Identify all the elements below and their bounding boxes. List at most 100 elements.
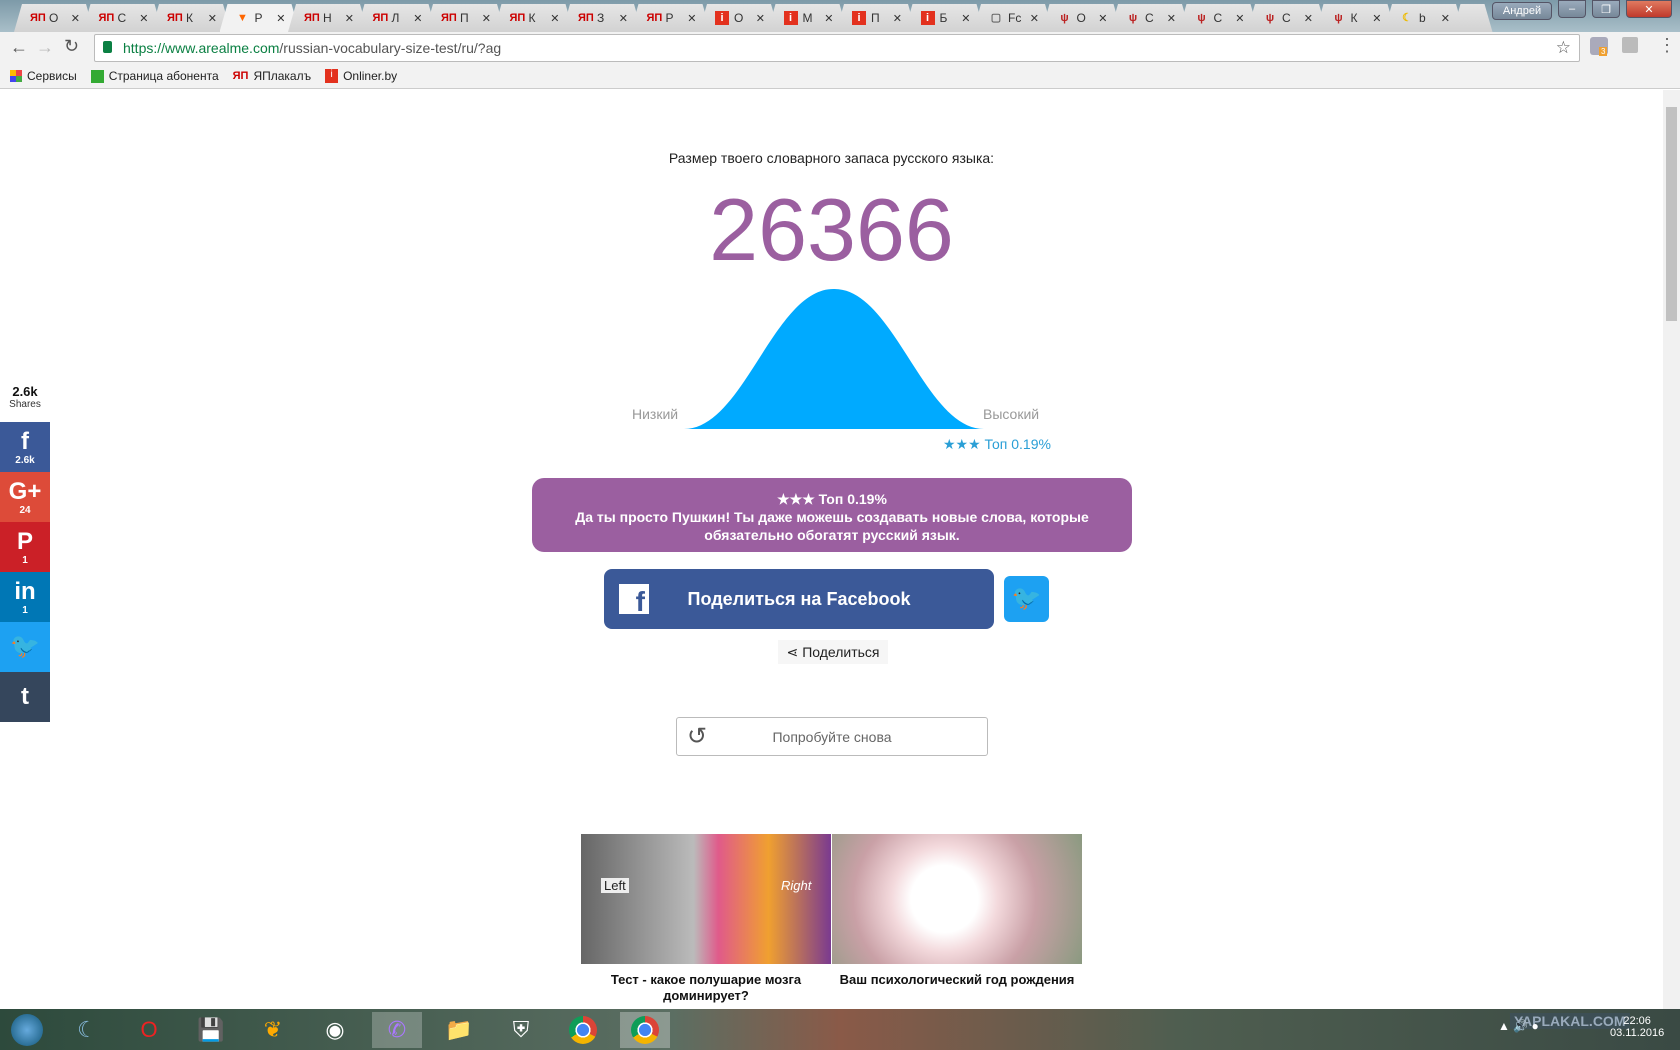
browser-tab[interactable]: i М ✕ [768,4,848,32]
close-tab-icon[interactable]: ✕ [1030,12,1039,25]
browser-tab[interactable]: ▢ Fc ✕ [973,4,1053,32]
close-tab-icon[interactable]: ✕ [1304,12,1313,25]
tab-title: b [1419,11,1426,25]
browser-tab[interactable]: i О ✕ [699,4,779,32]
browser-tab[interactable]: ☾ b ✕ [1384,4,1464,32]
fork-knife-icon: ψ [1265,12,1275,24]
bookmark-onliner[interactable]: i Onliner.by [325,69,397,83]
fork-knife-icon: ψ [1060,12,1069,24]
start-button[interactable] [2,1012,52,1048]
forward-icon[interactable]: → [36,37,54,58]
promo-caption[interactable]: Тест - какое полушарие мозга доминирует? [586,972,826,1004]
tab-title: С [117,11,127,25]
minimize-button[interactable]: – [1558,0,1586,18]
maximize-button[interactable]: ❐ [1592,0,1620,18]
tab-title: С [1145,11,1154,25]
clock-time: 22:06 [1623,1015,1651,1027]
taskbar-explorer[interactable]: 📁 [434,1012,484,1048]
close-tab-icon[interactable]: ✕ [1098,12,1107,25]
tray-icons[interactable]: ▲ 🔊 ● [1498,1019,1539,1033]
browser-tab[interactable]: i П ✕ [836,4,916,32]
profile-button[interactable]: Андрей [1492,2,1552,20]
promo-image-brain[interactable]: Left Right [581,834,831,964]
browser-tab[interactable]: ψ С ✕ [1247,4,1327,32]
close-tab-icon[interactable]: ✕ [824,12,833,25]
back-icon[interactable]: ← [10,37,28,58]
taskbar-app[interactable]: ☾ [62,1012,112,1048]
browser-tab[interactable]: ЯП О ✕ [14,4,94,32]
close-tab-icon[interactable]: ✕ [893,12,902,25]
browser-tab[interactable]: ЯП К ✕ [151,4,231,32]
facebook-side-share-button[interactable]: f 2.6k [0,422,50,472]
close-tab-icon[interactable]: ✕ [1372,12,1381,25]
address-bar[interactable]: https://www.arealme.com/russian-vocabula… [94,34,1580,62]
reload-icon[interactable]: ↻ [64,36,79,57]
linkedin-side-share-button[interactable]: in 1 [0,572,50,622]
close-tab-icon[interactable]: ✕ [687,12,696,25]
close-tab-icon[interactable]: ✕ [1441,12,1450,25]
facebook-icon: f [21,427,29,455]
browser-tab[interactable]: ЯП П ✕ [425,4,505,32]
browser-tab[interactable]: ψ О ✕ [1042,4,1122,32]
pinterest-icon: P [16,527,33,555]
browser-tab[interactable]: ЯП С ✕ [83,4,163,32]
close-tab-icon[interactable]: ✕ [961,12,970,25]
yaplakal-icon: ЯП [167,12,183,24]
taskbar-viber[interactable]: ✆ [372,1012,422,1048]
leaf-icon [90,69,104,83]
browser-tab[interactable]: ▼ Р ✕ [220,4,300,32]
close-tab-icon[interactable]: ✕ [550,12,559,25]
scrollbar-thumb[interactable] [1666,107,1677,321]
close-tab-icon[interactable]: ✕ [1167,12,1176,25]
close-tab-icon[interactable]: ✕ [482,12,491,25]
browser-tab[interactable]: ЯП Л ✕ [357,4,437,32]
taskbar-chrome-active[interactable] [620,1012,670,1048]
browser-tab[interactable]: ψ С ✕ [1179,4,1259,32]
twitter-share-button[interactable]: 🐦 [1004,576,1049,622]
taskbar-chrome[interactable] [558,1012,608,1048]
tab-title: О [734,11,744,25]
share-button[interactable]: ⋖ Поделиться [778,640,888,664]
close-tab-icon[interactable]: ✕ [71,12,80,25]
browser-tab[interactable]: ЯП К ✕ [494,4,574,32]
twitter-side-share-button[interactable]: 🐦 [0,622,50,672]
try-again-button[interactable]: ↺ Попробуйте снова [676,717,988,756]
browser-tab[interactable]: ψ С ✕ [1110,4,1190,32]
browser-tab[interactable]: i Б ✕ [905,4,985,32]
bookmark-services[interactable]: Сервисы [10,69,77,83]
close-window-button[interactable]: ✕ [1626,0,1672,18]
bookmark-star-icon[interactable]: ☆ [1556,38,1571,58]
extension-icon[interactable]: 3 [1590,37,1608,56]
close-tab-icon[interactable]: ✕ [345,12,354,25]
close-tab-icon[interactable]: ✕ [208,12,217,25]
promo-image-baby[interactable] [832,834,1082,964]
bookmark-subscriber-page[interactable]: Страница абонента [90,69,219,83]
pinterest-side-share-button[interactable]: P1 [0,522,50,572]
browser-tab[interactable]: ЯП Р ✕ [631,4,711,32]
vk-extension-icon[interactable] [1622,37,1638,53]
browser-tab[interactable]: ψ К ✕ [1316,4,1396,32]
new-tab-button[interactable] [1453,4,1493,32]
browser-tab[interactable]: ЯП З ✕ [562,4,642,32]
menu-icon[interactable]: ⋮ [1658,35,1676,56]
taskbar-wot[interactable]: ⛨ [496,1012,546,1048]
promo-caption[interactable]: Ваш психологический год рождения [832,972,1082,987]
close-tab-icon[interactable]: ✕ [619,12,628,25]
browser-tab[interactable]: ЯП Н ✕ [288,4,368,32]
close-tab-icon[interactable]: ✕ [276,12,285,25]
taskbar-app[interactable]: 💾 [186,1012,236,1048]
facebook-share-button[interactable]: f Поделиться на Facebook [604,569,994,629]
result-heading: Размер твоего словарного запаса русского… [668,150,995,166]
tab-title: П [460,11,469,25]
google-plus-side-share-button[interactable]: G+ 24 [0,472,50,522]
close-tab-icon[interactable]: ✕ [756,12,765,25]
close-tab-icon[interactable]: ✕ [139,12,148,25]
taskbar-steam[interactable]: ◉ [310,1012,360,1048]
close-tab-icon[interactable]: ✕ [1235,12,1244,25]
clock[interactable]: 22:06 03.11.2016 [1610,1015,1664,1039]
taskbar-opera[interactable]: O [124,1012,174,1048]
taskbar-app[interactable]: ❦ [248,1012,298,1048]
close-tab-icon[interactable]: ✕ [413,12,422,25]
bookmark-yaplakal[interactable]: ЯП ЯПлакалъ [233,69,311,83]
tumblr-side-share-button[interactable]: t [0,672,50,722]
